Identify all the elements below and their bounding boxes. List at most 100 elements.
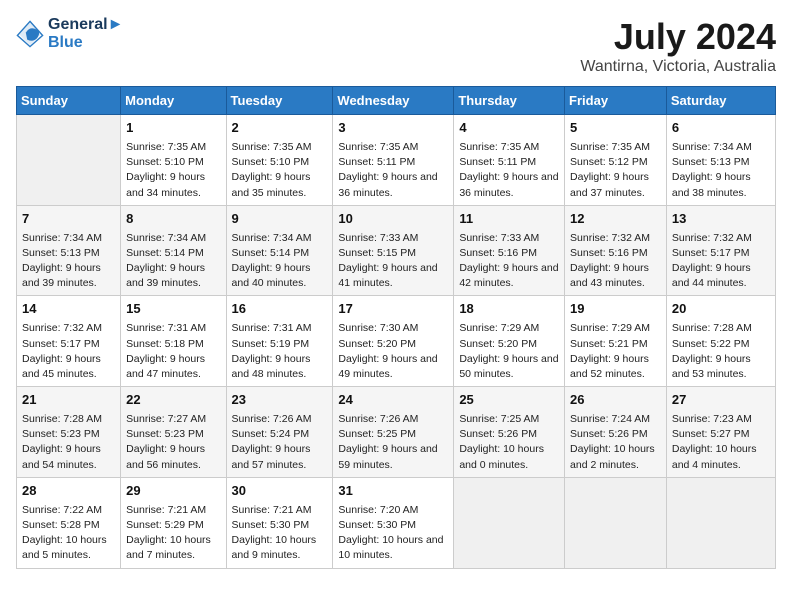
daylight-text: Daylight: 9 hours and 56 minutes. bbox=[126, 443, 205, 470]
sunset-text: Sunset: 5:23 PM bbox=[22, 428, 100, 440]
header-thursday: Thursday bbox=[454, 87, 565, 115]
calendar-cell: 27 Sunrise: 7:23 AM Sunset: 5:27 PM Dayl… bbox=[666, 387, 775, 478]
daylight-text: Daylight: 9 hours and 48 minutes. bbox=[232, 353, 311, 380]
calendar-week-row: 1 Sunrise: 7:35 AM Sunset: 5:10 PM Dayli… bbox=[17, 115, 776, 206]
page-header: General► Blue July 2024 Wantirna, Victor… bbox=[16, 16, 776, 76]
daylight-text: Daylight: 10 hours and 2 minutes. bbox=[570, 443, 655, 470]
calendar-cell: 23 Sunrise: 7:26 AM Sunset: 5:24 PM Dayl… bbox=[226, 387, 333, 478]
calendar-week-row: 28 Sunrise: 7:22 AM Sunset: 5:28 PM Dayl… bbox=[17, 477, 776, 568]
calendar-week-row: 21 Sunrise: 7:28 AM Sunset: 5:23 PM Dayl… bbox=[17, 387, 776, 478]
calendar-cell: 20 Sunrise: 7:28 AM Sunset: 5:22 PM Dayl… bbox=[666, 296, 775, 387]
header-tuesday: Tuesday bbox=[226, 87, 333, 115]
daylight-text: Daylight: 9 hours and 49 minutes. bbox=[338, 353, 437, 380]
day-number: 29 bbox=[126, 482, 220, 501]
sunset-text: Sunset: 5:26 PM bbox=[570, 428, 648, 440]
calendar-cell: 24 Sunrise: 7:26 AM Sunset: 5:25 PM Dayl… bbox=[333, 387, 454, 478]
calendar-cell: 13 Sunrise: 7:32 AM Sunset: 5:17 PM Dayl… bbox=[666, 205, 775, 296]
sunset-text: Sunset: 5:16 PM bbox=[459, 247, 537, 259]
sunset-text: Sunset: 5:30 PM bbox=[338, 519, 416, 531]
day-number: 28 bbox=[22, 482, 115, 501]
daylight-text: Daylight: 9 hours and 50 minutes. bbox=[459, 353, 558, 380]
sunrise-text: Sunrise: 7:32 AM bbox=[672, 232, 752, 244]
sunrise-text: Sunrise: 7:32 AM bbox=[570, 232, 650, 244]
day-number: 30 bbox=[232, 482, 328, 501]
day-number: 26 bbox=[570, 391, 661, 410]
day-number: 10 bbox=[338, 210, 448, 229]
calendar-week-row: 14 Sunrise: 7:32 AM Sunset: 5:17 PM Dayl… bbox=[17, 296, 776, 387]
sunset-text: Sunset: 5:21 PM bbox=[570, 338, 648, 350]
calendar-cell: 7 Sunrise: 7:34 AM Sunset: 5:13 PM Dayli… bbox=[17, 205, 121, 296]
sunset-text: Sunset: 5:14 PM bbox=[126, 247, 204, 259]
sunset-text: Sunset: 5:16 PM bbox=[570, 247, 648, 259]
sunset-text: Sunset: 5:12 PM bbox=[570, 156, 648, 168]
sunrise-text: Sunrise: 7:26 AM bbox=[232, 413, 312, 425]
sunrise-text: Sunrise: 7:35 AM bbox=[232, 141, 312, 153]
daylight-text: Daylight: 10 hours and 4 minutes. bbox=[672, 443, 757, 470]
header-wednesday: Wednesday bbox=[333, 87, 454, 115]
day-number: 1 bbox=[126, 119, 220, 138]
day-number: 22 bbox=[126, 391, 220, 410]
sunrise-text: Sunrise: 7:35 AM bbox=[338, 141, 418, 153]
sunrise-text: Sunrise: 7:30 AM bbox=[338, 322, 418, 334]
title-block: July 2024 Wantirna, Victoria, Australia bbox=[580, 16, 776, 76]
sunset-text: Sunset: 5:17 PM bbox=[672, 247, 750, 259]
daylight-text: Daylight: 10 hours and 9 minutes. bbox=[232, 534, 317, 561]
daylight-text: Daylight: 9 hours and 34 minutes. bbox=[126, 171, 205, 198]
day-number: 15 bbox=[126, 300, 220, 319]
sunrise-text: Sunrise: 7:35 AM bbox=[570, 141, 650, 153]
daylight-text: Daylight: 9 hours and 45 minutes. bbox=[22, 353, 101, 380]
day-number: 13 bbox=[672, 210, 770, 229]
sunset-text: Sunset: 5:25 PM bbox=[338, 428, 416, 440]
sunrise-text: Sunrise: 7:28 AM bbox=[22, 413, 102, 425]
header-sunday: Sunday bbox=[17, 87, 121, 115]
day-number: 18 bbox=[459, 300, 559, 319]
sunrise-text: Sunrise: 7:29 AM bbox=[570, 322, 650, 334]
daylight-text: Daylight: 9 hours and 36 minutes. bbox=[459, 171, 558, 198]
calendar-cell: 10 Sunrise: 7:33 AM Sunset: 5:15 PM Dayl… bbox=[333, 205, 454, 296]
weekday-header-row: Sunday Monday Tuesday Wednesday Thursday… bbox=[17, 87, 776, 115]
day-number: 17 bbox=[338, 300, 448, 319]
daylight-text: Daylight: 9 hours and 44 minutes. bbox=[672, 262, 751, 289]
calendar-cell: 19 Sunrise: 7:29 AM Sunset: 5:21 PM Dayl… bbox=[565, 296, 667, 387]
sunset-text: Sunset: 5:15 PM bbox=[338, 247, 416, 259]
daylight-text: Daylight: 9 hours and 52 minutes. bbox=[570, 353, 649, 380]
daylight-text: Daylight: 10 hours and 5 minutes. bbox=[22, 534, 107, 561]
daylight-text: Daylight: 9 hours and 39 minutes. bbox=[126, 262, 205, 289]
daylight-text: Daylight: 9 hours and 39 minutes. bbox=[22, 262, 101, 289]
day-number: 24 bbox=[338, 391, 448, 410]
calendar-table: Sunday Monday Tuesday Wednesday Thursday… bbox=[16, 86, 776, 569]
sunrise-text: Sunrise: 7:35 AM bbox=[126, 141, 206, 153]
daylight-text: Daylight: 9 hours and 37 minutes. bbox=[570, 171, 649, 198]
calendar-cell: 18 Sunrise: 7:29 AM Sunset: 5:20 PM Dayl… bbox=[454, 296, 565, 387]
sunrise-text: Sunrise: 7:26 AM bbox=[338, 413, 418, 425]
logo-text: General► Blue bbox=[48, 16, 123, 52]
calendar-cell: 15 Sunrise: 7:31 AM Sunset: 5:18 PM Dayl… bbox=[121, 296, 226, 387]
sunrise-text: Sunrise: 7:33 AM bbox=[459, 232, 539, 244]
sunset-text: Sunset: 5:13 PM bbox=[672, 156, 750, 168]
daylight-text: Daylight: 9 hours and 40 minutes. bbox=[232, 262, 311, 289]
logo: General► Blue bbox=[16, 16, 123, 52]
calendar-cell: 1 Sunrise: 7:35 AM Sunset: 5:10 PM Dayli… bbox=[121, 115, 226, 206]
calendar-cell: 26 Sunrise: 7:24 AM Sunset: 5:26 PM Dayl… bbox=[565, 387, 667, 478]
day-number: 20 bbox=[672, 300, 770, 319]
sunrise-text: Sunrise: 7:31 AM bbox=[126, 322, 206, 334]
sunrise-text: Sunrise: 7:27 AM bbox=[126, 413, 206, 425]
sunset-text: Sunset: 5:14 PM bbox=[232, 247, 310, 259]
daylight-text: Daylight: 10 hours and 7 minutes. bbox=[126, 534, 211, 561]
calendar-cell: 16 Sunrise: 7:31 AM Sunset: 5:19 PM Dayl… bbox=[226, 296, 333, 387]
sunrise-text: Sunrise: 7:25 AM bbox=[459, 413, 539, 425]
sunrise-text: Sunrise: 7:22 AM bbox=[22, 504, 102, 516]
daylight-text: Daylight: 9 hours and 54 minutes. bbox=[22, 443, 101, 470]
calendar-week-row: 7 Sunrise: 7:34 AM Sunset: 5:13 PM Dayli… bbox=[17, 205, 776, 296]
sunset-text: Sunset: 5:30 PM bbox=[232, 519, 310, 531]
sunset-text: Sunset: 5:29 PM bbox=[126, 519, 204, 531]
sunrise-text: Sunrise: 7:29 AM bbox=[459, 322, 539, 334]
logo-icon bbox=[16, 20, 44, 48]
calendar-cell: 6 Sunrise: 7:34 AM Sunset: 5:13 PM Dayli… bbox=[666, 115, 775, 206]
sunrise-text: Sunrise: 7:31 AM bbox=[232, 322, 312, 334]
day-number: 4 bbox=[459, 119, 559, 138]
sunset-text: Sunset: 5:20 PM bbox=[459, 338, 537, 350]
calendar-cell: 29 Sunrise: 7:21 AM Sunset: 5:29 PM Dayl… bbox=[121, 477, 226, 568]
sunrise-text: Sunrise: 7:32 AM bbox=[22, 322, 102, 334]
sunset-text: Sunset: 5:20 PM bbox=[338, 338, 416, 350]
